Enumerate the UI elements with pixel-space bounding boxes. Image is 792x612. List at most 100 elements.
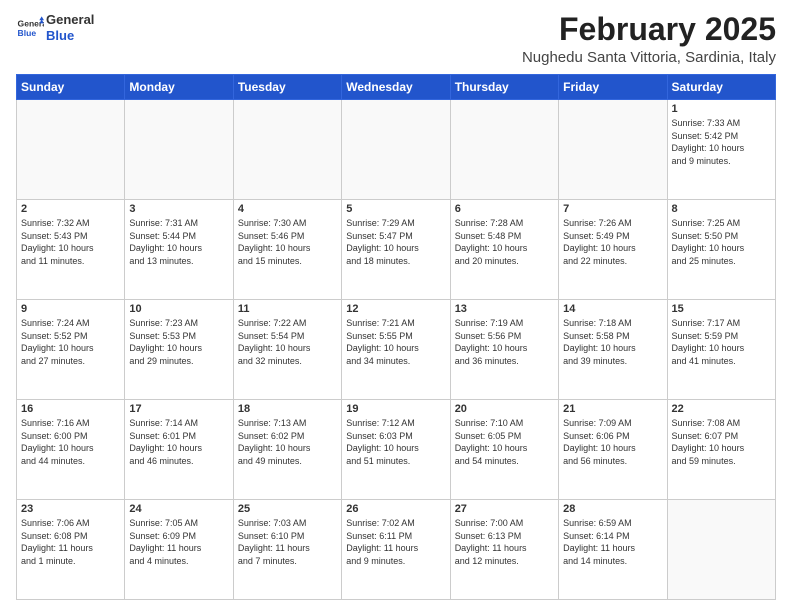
day-number: 17 (129, 403, 228, 415)
day-number: 2 (21, 203, 120, 215)
calendar-day-1: 1 Sunrise: 7:33 AM Sunset: 5:42 PM Daylig… (667, 100, 775, 200)
day-number: 3 (129, 203, 228, 215)
day-info: Sunrise: 7:33 AM Sunset: 5:42 PM Dayligh… (672, 117, 771, 167)
calendar-empty-cell (342, 100, 450, 200)
day-number: 12 (346, 303, 445, 315)
weekday-header-friday: Friday (559, 75, 667, 100)
day-number: 23 (21, 503, 120, 515)
day-number: 5 (346, 203, 445, 215)
svg-text:Blue: Blue (18, 27, 37, 37)
calendar-day-6: 6 Sunrise: 7:28 AM Sunset: 5:48 PM Daylig… (450, 200, 558, 300)
day-info: Sunrise: 7:02 AM Sunset: 6:11 PM Dayligh… (346, 517, 445, 567)
day-info: Sunrise: 7:13 AM Sunset: 6:02 PM Dayligh… (238, 417, 337, 467)
day-number: 21 (563, 403, 662, 415)
day-number: 9 (21, 303, 120, 315)
day-number: 1 (672, 103, 771, 115)
day-number: 6 (455, 203, 554, 215)
calendar-week-row: 16 Sunrise: 7:16 AM Sunset: 6:00 PM Dayli… (17, 400, 776, 500)
header: General Blue General Blue February 2025 … (16, 12, 776, 66)
calendar-empty-cell (667, 500, 775, 600)
logo: General Blue General Blue (16, 12, 94, 43)
logo-general: General (46, 12, 94, 28)
day-info: Sunrise: 7:22 AM Sunset: 5:54 PM Dayligh… (238, 317, 337, 367)
calendar-day-20: 20 Sunrise: 7:10 AM Sunset: 6:05 PM Dayli… (450, 400, 558, 500)
calendar-day-3: 3 Sunrise: 7:31 AM Sunset: 5:44 PM Daylig… (125, 200, 233, 300)
calendar-day-9: 9 Sunrise: 7:24 AM Sunset: 5:52 PM Daylig… (17, 300, 125, 400)
day-number: 13 (455, 303, 554, 315)
weekday-header-saturday: Saturday (667, 75, 775, 100)
day-info: Sunrise: 7:16 AM Sunset: 6:00 PM Dayligh… (21, 417, 120, 467)
day-number: 8 (672, 203, 771, 215)
day-number: 14 (563, 303, 662, 315)
day-info: Sunrise: 7:28 AM Sunset: 5:48 PM Dayligh… (455, 217, 554, 267)
calendar-day-8: 8 Sunrise: 7:25 AM Sunset: 5:50 PM Daylig… (667, 200, 775, 300)
calendar-day-19: 19 Sunrise: 7:12 AM Sunset: 6:03 PM Dayli… (342, 400, 450, 500)
day-info: Sunrise: 7:09 AM Sunset: 6:06 PM Dayligh… (563, 417, 662, 467)
day-info: Sunrise: 7:31 AM Sunset: 5:44 PM Dayligh… (129, 217, 228, 267)
calendar-day-13: 13 Sunrise: 7:19 AM Sunset: 5:56 PM Dayli… (450, 300, 558, 400)
day-info: Sunrise: 7:03 AM Sunset: 6:10 PM Dayligh… (238, 517, 337, 567)
calendar-day-7: 7 Sunrise: 7:26 AM Sunset: 5:49 PM Daylig… (559, 200, 667, 300)
calendar-empty-cell (233, 100, 341, 200)
day-number: 4 (238, 203, 337, 215)
calendar-day-23: 23 Sunrise: 7:06 AM Sunset: 6:08 PM Dayli… (17, 500, 125, 600)
logo-icon: General Blue (16, 14, 44, 42)
day-info: Sunrise: 7:32 AM Sunset: 5:43 PM Dayligh… (21, 217, 120, 267)
calendar-table: SundayMondayTuesdayWednesdayThursdayFrid… (16, 74, 776, 600)
day-info: Sunrise: 7:17 AM Sunset: 5:59 PM Dayligh… (672, 317, 771, 367)
day-number: 25 (238, 503, 337, 515)
day-info: Sunrise: 7:26 AM Sunset: 5:49 PM Dayligh… (563, 217, 662, 267)
day-number: 22 (672, 403, 771, 415)
calendar-day-16: 16 Sunrise: 7:16 AM Sunset: 6:00 PM Dayli… (17, 400, 125, 500)
day-info: Sunrise: 7:24 AM Sunset: 5:52 PM Dayligh… (21, 317, 120, 367)
day-info: Sunrise: 7:18 AM Sunset: 5:58 PM Dayligh… (563, 317, 662, 367)
calendar-empty-cell (125, 100, 233, 200)
location-title: Nughedu Santa Vittoria, Sardinia, Italy (522, 49, 776, 66)
calendar-week-row: 23 Sunrise: 7:06 AM Sunset: 6:08 PM Dayli… (17, 500, 776, 600)
day-info: Sunrise: 7:05 AM Sunset: 6:09 PM Dayligh… (129, 517, 228, 567)
calendar-day-14: 14 Sunrise: 7:18 AM Sunset: 5:58 PM Dayli… (559, 300, 667, 400)
day-number: 26 (346, 503, 445, 515)
day-info: Sunrise: 7:25 AM Sunset: 5:50 PM Dayligh… (672, 217, 771, 267)
calendar-day-12: 12 Sunrise: 7:21 AM Sunset: 5:55 PM Dayli… (342, 300, 450, 400)
day-info: Sunrise: 6:59 AM Sunset: 6:14 PM Dayligh… (563, 517, 662, 567)
day-number: 16 (21, 403, 120, 415)
calendar-day-22: 22Sunrise: 7:08 AM Sunset: 6:07 PM Dayli… (667, 400, 775, 500)
calendar-day-27: 27 Sunrise: 7:00 AM Sunset: 6:13 PM Dayli… (450, 500, 558, 600)
day-info: Sunrise: 7:10 AM Sunset: 6:05 PM Dayligh… (455, 417, 554, 467)
weekday-header-wednesday: Wednesday (342, 75, 450, 100)
calendar-day-4: 4 Sunrise: 7:30 AM Sunset: 5:46 PM Daylig… (233, 200, 341, 300)
day-number: 20 (455, 403, 554, 415)
day-number: 10 (129, 303, 228, 315)
logo-blue: Blue (46, 28, 94, 44)
day-number: 27 (455, 503, 554, 515)
day-number: 7 (563, 203, 662, 215)
day-info: Sunrise: 7:06 AM Sunset: 6:08 PM Dayligh… (21, 517, 120, 567)
calendar-day-15: 15 Sunrise: 7:17 AM Sunset: 5:59 PM Dayli… (667, 300, 775, 400)
calendar-week-row: 9 Sunrise: 7:24 AM Sunset: 5:52 PM Daylig… (17, 300, 776, 400)
day-info: Sunrise: 7:30 AM Sunset: 5:46 PM Dayligh… (238, 217, 337, 267)
calendar-day-24: 24Sunrise: 7:05 AM Sunset: 6:09 PM Dayli… (125, 500, 233, 600)
month-title: February 2025 (522, 12, 776, 47)
calendar-day-10: 10Sunrise: 7:23 AM Sunset: 5:53 PM Dayli… (125, 300, 233, 400)
calendar-day-18: 18Sunrise: 7:13 AM Sunset: 6:02 PM Dayli… (233, 400, 341, 500)
calendar-header-row: SundayMondayTuesdayWednesdayThursdayFrid… (17, 75, 776, 100)
day-info: Sunrise: 7:21 AM Sunset: 5:55 PM Dayligh… (346, 317, 445, 367)
day-info: Sunrise: 7:00 AM Sunset: 6:13 PM Dayligh… (455, 517, 554, 567)
weekday-header-thursday: Thursday (450, 75, 558, 100)
day-number: 15 (672, 303, 771, 315)
day-number: 19 (346, 403, 445, 415)
calendar-day-26: 26 Sunrise: 7:02 AM Sunset: 6:11 PM Dayli… (342, 500, 450, 600)
calendar-week-row: 2 Sunrise: 7:32 AM Sunset: 5:43 PM Daylig… (17, 200, 776, 300)
day-number: 28 (563, 503, 662, 515)
weekday-header-monday: Monday (125, 75, 233, 100)
day-info: Sunrise: 7:12 AM Sunset: 6:03 PM Dayligh… (346, 417, 445, 467)
calendar-day-21: 21 Sunrise: 7:09 AM Sunset: 6:06 PM Dayli… (559, 400, 667, 500)
day-info: Sunrise: 7:14 AM Sunset: 6:01 PM Dayligh… (129, 417, 228, 467)
calendar-day-5: 5 Sunrise: 7:29 AM Sunset: 5:47 PM Daylig… (342, 200, 450, 300)
day-info: Sunrise: 7:29 AM Sunset: 5:47 PM Dayligh… (346, 217, 445, 267)
calendar-day-25: 25 Sunrise: 7:03 AM Sunset: 6:10 PM Dayli… (233, 500, 341, 600)
calendar-day-11: 11Sunrise: 7:22 AM Sunset: 5:54 PM Dayli… (233, 300, 341, 400)
calendar-day-17: 17 Sunrise: 7:14 AM Sunset: 6:01 PM Dayli… (125, 400, 233, 500)
day-info: Sunrise: 7:19 AM Sunset: 5:56 PM Dayligh… (455, 317, 554, 367)
